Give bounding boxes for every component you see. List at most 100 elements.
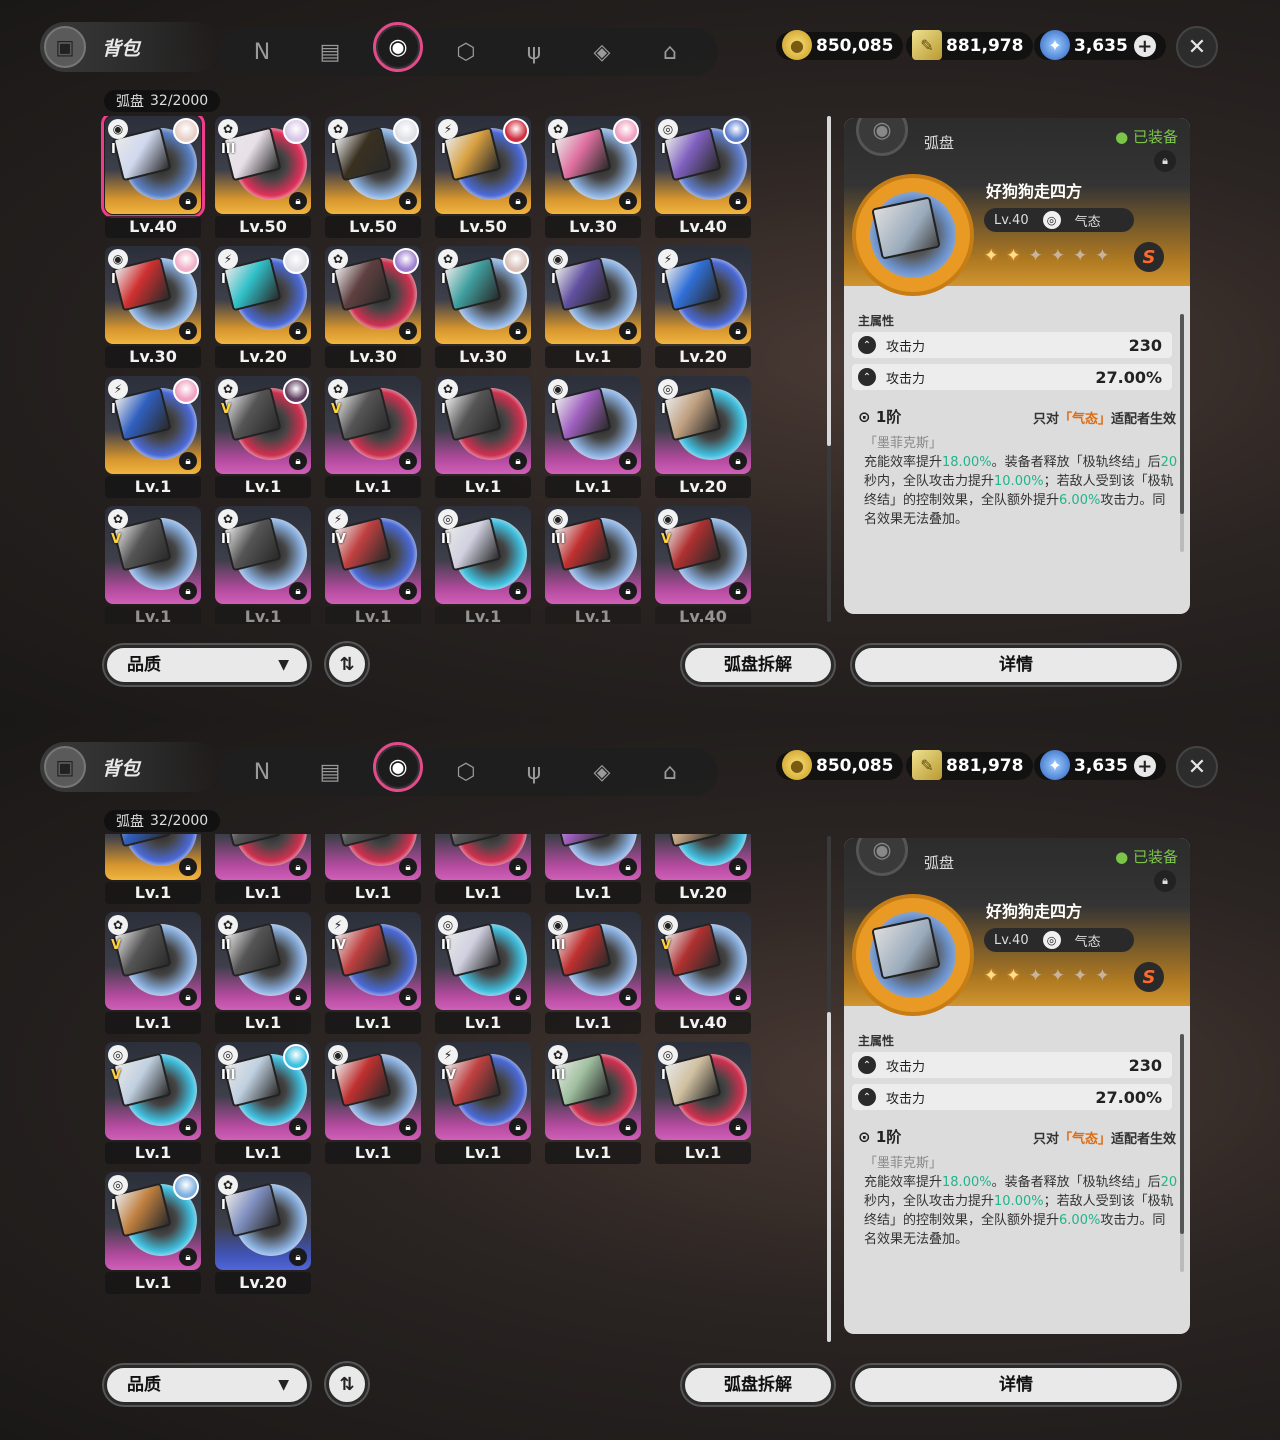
gameboy-icon[interactable]: ▤ bbox=[310, 32, 350, 72]
book-icon[interactable]: ◈ bbox=[582, 752, 622, 792]
disc-card[interactable]: ✿V🔒︎Lv.1 bbox=[325, 376, 421, 500]
disc-card[interactable]: ⚡ IV 🔒︎ Lv.1 bbox=[325, 912, 421, 1036]
disc-card[interactable]: ✿I🔒︎Lv.1 bbox=[435, 376, 531, 500]
disc-card[interactable]: ◉ III 🔒︎ Lv.1 bbox=[545, 912, 641, 1036]
disc-card[interactable]: ⚡I🔒︎Lv.1 bbox=[105, 834, 201, 906]
effect-value: 6.00% bbox=[1059, 493, 1101, 508]
disc-card[interactable]: ✿ III 🔒︎ Lv.50 bbox=[215, 116, 311, 240]
disc-card[interactable]: ◉I🔒︎Lv.1 bbox=[545, 834, 641, 906]
home-icon[interactable]: ⌂ bbox=[650, 752, 690, 792]
book-icon[interactable]: ◈ bbox=[582, 32, 622, 72]
detail-scrollbar[interactable] bbox=[1180, 314, 1184, 552]
disc-card[interactable]: ◎ I 🔒︎ Lv.40 bbox=[655, 116, 751, 240]
dismantle-button[interactable]: 弧盘拆解 bbox=[682, 645, 834, 685]
disc-card[interactable]: ◎ II 🔒︎ Lv.1 bbox=[435, 506, 531, 624]
disc-card[interactable]: ✿V🔒︎Lv.1 bbox=[105, 912, 201, 1036]
disc-card[interactable]: ⚡I🔒︎Lv.1 bbox=[105, 376, 201, 500]
crystal-counter[interactable]: ✦ 3,635 + bbox=[1034, 30, 1166, 60]
disc-card[interactable]: ◎ III 🔒︎ Lv.1 bbox=[215, 1042, 311, 1166]
disc-card[interactable]: ◎ I 🔒︎ Lv.1 bbox=[655, 1042, 751, 1166]
disc-card[interactable]: ◉ I 🔒︎ Lv.30 bbox=[105, 246, 201, 370]
equipped-agent-avatar bbox=[393, 118, 419, 144]
disc-card[interactable]: ◎I🔒︎Lv.20 bbox=[655, 834, 751, 906]
grid-scrollbar-thumb[interactable] bbox=[827, 116, 831, 446]
disc-card-art: ✿I🔒︎ bbox=[325, 116, 421, 214]
grid-scrollbar-thumb[interactable] bbox=[827, 1012, 831, 1342]
disc-grid[interactable]: ◉ I 🔒︎ Lv.40 ✿ III 🔒︎ Lv.50 ✿ I 🔒︎ Lv.50 ⚡ I 🔒︎ Lv.50 ✿ I… bbox=[100, 116, 760, 624]
cube-icon[interactable]: ⬡ bbox=[446, 752, 486, 792]
add-crystal-button[interactable]: + bbox=[1133, 755, 1156, 777]
gameboy-icon[interactable]: ▤ bbox=[310, 752, 350, 792]
disc-card[interactable]: ◉ V 🔒︎ Lv.40 bbox=[655, 912, 751, 1036]
crystal-amount: 3,635 bbox=[1074, 36, 1128, 56]
disc-card[interactable]: ◉ V 🔒︎ Lv.40 bbox=[655, 506, 751, 624]
detail-scrollbar[interactable] bbox=[1180, 1034, 1184, 1272]
disc-icon[interactable]: ◉ bbox=[373, 742, 423, 792]
sort-select[interactable]: 品质 ▼ bbox=[104, 1365, 310, 1405]
disc-card[interactable]: ◉I🔒︎Lv.1 bbox=[545, 246, 641, 370]
disc-card[interactable]: ⚡ IV 🔒︎ Lv.1 bbox=[435, 1042, 531, 1166]
grid-scrollbar[interactable] bbox=[827, 116, 831, 622]
sort-order-button[interactable]: ⇅ bbox=[326, 1363, 368, 1405]
disc-icon[interactable]: ◉ bbox=[373, 22, 423, 72]
disc-card-art: ✿ V 🔒︎ bbox=[105, 912, 201, 1010]
crystal-counter[interactable]: ✦ 3,635 + bbox=[1034, 750, 1166, 780]
disc-faction: 气态 bbox=[1074, 934, 1101, 950]
disc-card[interactable]: ✿ I 🔒︎ Lv.50 bbox=[325, 116, 421, 240]
sort-order-button[interactable]: ⇅ bbox=[326, 643, 368, 685]
close-button[interactable]: ✕ bbox=[1176, 26, 1218, 68]
disc-card[interactable]: ◉ I 🔒︎ Lv.40 bbox=[101, 116, 205, 240]
close-button[interactable]: ✕ bbox=[1176, 746, 1218, 788]
faction-icon: ◉ bbox=[658, 915, 678, 935]
details-button[interactable]: 详情 bbox=[852, 645, 1180, 685]
lock-icon[interactable]: 🔒︎ bbox=[1154, 150, 1176, 172]
disc-card-art: ✿I🔒︎ bbox=[435, 834, 531, 880]
disc-card[interactable]: ◉I🔒︎Lv.1 bbox=[545, 376, 641, 500]
disc-grid[interactable]: ⚡I🔒︎Lv.1✿V🔒︎Lv.1✿V🔒︎Lv.1✿I🔒︎Lv.1◉I🔒︎Lv.1… bbox=[100, 834, 760, 1372]
disc-card[interactable]: ✿ II 🔒︎ Lv.1 bbox=[215, 912, 311, 1036]
disc-card[interactable]: ✿ II 🔒︎ Lv.1 bbox=[215, 506, 311, 624]
detail-scrollbar-thumb[interactable] bbox=[1180, 314, 1184, 514]
food-icon[interactable]: ψ bbox=[514, 32, 554, 72]
disc-card[interactable]: ✿ I 🔒︎ Lv.20 bbox=[215, 1172, 311, 1296]
disc-card[interactable]: ◎I🔒︎Lv.20 bbox=[655, 376, 751, 500]
disc-card[interactable]: ✿V🔒︎Lv.1 bbox=[215, 834, 311, 906]
disc-card[interactable]: ✿ I 🔒︎ Lv.30 bbox=[325, 246, 421, 370]
dismantle-button[interactable]: 弧盘拆解 bbox=[682, 1365, 834, 1405]
disc-card[interactable]: ◉ III 🔒︎ Lv.1 bbox=[545, 506, 641, 624]
n-icon[interactable]: N bbox=[242, 752, 282, 792]
disc-card[interactable]: ⚡ I 🔒︎ Lv.20 bbox=[655, 246, 751, 370]
lock-icon: 🔒︎ bbox=[289, 452, 307, 470]
disc-card[interactable]: ◎ I 🔒︎ Lv.1 bbox=[105, 1172, 201, 1296]
disc-card[interactable]: ✿V🔒︎Lv.1 bbox=[215, 376, 311, 500]
faction-icon: ✿ bbox=[328, 249, 348, 269]
food-icon[interactable]: ψ bbox=[514, 752, 554, 792]
n-icon[interactable]: N bbox=[242, 32, 282, 72]
disc-card[interactable]: ✿V🔒︎Lv.1 bbox=[105, 506, 201, 624]
cube-icon[interactable]: ⬡ bbox=[446, 32, 486, 72]
add-crystal-button[interactable]: + bbox=[1133, 35, 1156, 57]
home-icon[interactable]: ⌂ bbox=[650, 32, 690, 72]
details-button[interactable]: 详情 bbox=[852, 1365, 1180, 1405]
sort-select[interactable]: 品质 ▼ bbox=[104, 645, 310, 685]
disc-card[interactable]: ✿ I 🔒︎ Lv.30 bbox=[435, 246, 531, 370]
equipped-agent-avatar bbox=[173, 1174, 199, 1200]
detail-scrollbar-thumb[interactable] bbox=[1180, 1034, 1184, 1234]
disc-level: Lv.20 bbox=[655, 882, 751, 904]
grid-scrollbar[interactable] bbox=[827, 836, 831, 1342]
inventory-count-value: 32/2000 bbox=[150, 93, 209, 109]
disc-card[interactable]: ◉I🔒︎Lv.1 bbox=[325, 1042, 421, 1166]
disc-card[interactable]: ✿ III 🔒︎ Lv.1 bbox=[545, 1042, 641, 1166]
disc-card[interactable]: ⚡ I 🔒︎ Lv.20 bbox=[215, 246, 311, 370]
lock-icon: 🔒︎ bbox=[729, 858, 747, 876]
disc-card[interactable]: ✿I🔒︎Lv.1 bbox=[435, 834, 531, 906]
faction-icon: ✿ bbox=[218, 915, 238, 935]
disc-card[interactable]: ⚡ I 🔒︎ Lv.50 bbox=[435, 116, 531, 240]
disc-card[interactable]: ◎ V 🔒︎ Lv.1 bbox=[105, 1042, 201, 1166]
lock-icon[interactable]: 🔒︎ bbox=[1154, 870, 1176, 892]
disc-card[interactable]: ✿ I 🔒︎ Lv.30 bbox=[545, 116, 641, 240]
disc-level: Lv.20 bbox=[215, 1272, 311, 1294]
disc-card[interactable]: ◎ II 🔒︎ Lv.1 bbox=[435, 912, 531, 1036]
disc-card[interactable]: ⚡ IV 🔒︎ Lv.1 bbox=[325, 506, 421, 624]
disc-card[interactable]: ✿V🔒︎Lv.1 bbox=[325, 834, 421, 906]
